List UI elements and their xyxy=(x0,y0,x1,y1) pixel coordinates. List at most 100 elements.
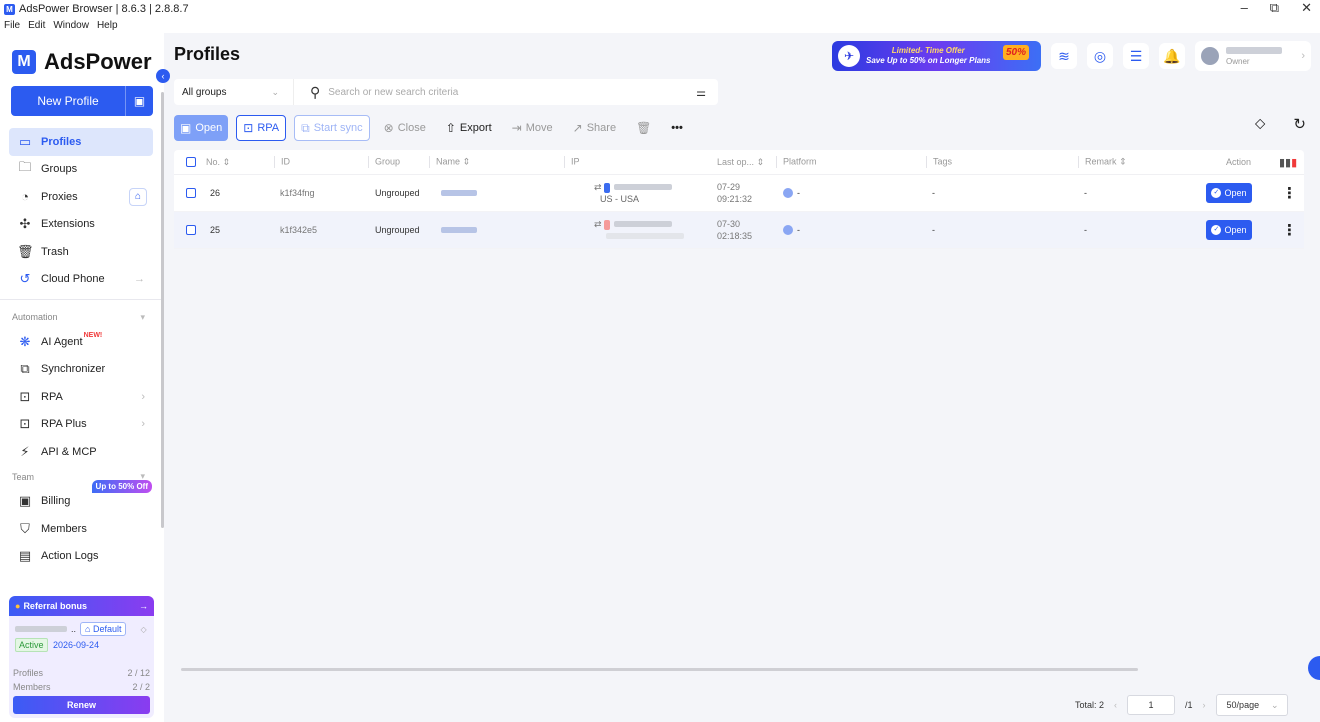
row-checkbox[interactable] xyxy=(186,225,196,235)
sidebar-item-groups[interactable]: 🗀 Groups xyxy=(9,156,153,184)
sidebar-item-billing[interactable]: ▣ Billing Up to 50% Off xyxy=(9,479,153,516)
row-checkbox[interactable] xyxy=(186,188,196,198)
promo-banner[interactable]: ✈ Limited- Time Offer Save Up to 50% on … xyxy=(832,41,1041,71)
sidebar-item-action-logs[interactable]: ▤ Action Logs xyxy=(9,543,153,571)
section-automation[interactable]: Automation ▾ xyxy=(9,306,153,328)
sidebar-item-label: Cloud Phone xyxy=(41,273,105,286)
share-label: Share xyxy=(586,122,617,134)
column-label: Group xyxy=(375,156,401,167)
minimize-icon[interactable]: – xyxy=(1241,0,1248,16)
browser-icon: ✓ xyxy=(1211,225,1222,235)
renew-button[interactable]: Renew xyxy=(13,696,150,714)
select-all-checkbox[interactable] xyxy=(186,157,196,167)
expiry-date: 2026-09-24 xyxy=(53,640,100,650)
group-select[interactable]: All groups ⌄ xyxy=(174,79,294,105)
prev-page-icon[interactable]: ‹ xyxy=(1114,700,1117,710)
menu-edit[interactable]: Edit xyxy=(28,20,45,31)
row-more-icon[interactable]: ⋮ xyxy=(1282,221,1297,239)
export-button[interactable]: ⇧ Export xyxy=(440,115,498,141)
column-header-name[interactable]: Name ⇕ xyxy=(429,156,470,168)
search-input[interactable]: ⚲ Search or new search criteria ⚌ xyxy=(294,84,718,101)
table-horizontal-scrollbar[interactable] xyxy=(181,668,1138,671)
sidebar-item-cloud-phone[interactable]: ↺ Cloud Phone → xyxy=(9,266,153,294)
wifi-icon[interactable]: ≋ xyxy=(1051,43,1077,69)
list-icon[interactable]: ☰ xyxy=(1123,43,1149,69)
referral-bonus-button[interactable]: ● Referral bonus → xyxy=(9,596,154,616)
sidebar-item-label: Proxies xyxy=(41,190,78,203)
coin-icon: ● xyxy=(15,601,21,611)
menu-file[interactable]: File xyxy=(4,20,20,31)
close-icon[interactable]: ✕ xyxy=(1301,0,1312,16)
bell-icon[interactable]: 🔔 xyxy=(1159,43,1185,69)
sidebar-item-ai-agent[interactable]: ❋ AI Agent NEW! xyxy=(9,328,153,356)
collapse-sidebar-icon[interactable]: ‹ xyxy=(156,69,170,83)
new-badge: NEW! xyxy=(83,332,103,340)
column-label: IP xyxy=(571,156,580,167)
help-icon[interactable] xyxy=(1308,656,1320,680)
sidebar-scrollbar[interactable] xyxy=(161,92,164,528)
share-button[interactable]: ↗ Share xyxy=(567,115,622,141)
sidebar-item-members[interactable]: ⛉ Members xyxy=(9,515,153,543)
more-button[interactable]: ••• xyxy=(665,115,689,141)
sidebar-item-synchronizer[interactable]: ⧉ Synchronizer xyxy=(9,356,153,384)
sidebar-item-label: RPA xyxy=(41,390,63,403)
chevron-down-icon: ⌄ xyxy=(271,86,279,97)
sidebar-item-label: Extensions xyxy=(41,218,95,231)
arrow-right-icon: → xyxy=(134,273,145,286)
sidebar-item-rpa-plus[interactable]: ⊡ RPA Plus › xyxy=(9,411,153,439)
location-redacted xyxy=(606,233,684,239)
menu-help[interactable]: Help xyxy=(97,20,118,31)
trash-icon: 🗑 xyxy=(17,243,34,259)
page-title: Profiles xyxy=(174,44,241,64)
ip-location-redacted xyxy=(594,230,684,242)
sidebar-item-proxies[interactable]: ◔ Proxies ⌂ xyxy=(9,183,153,211)
table-row[interactable]: 25 k1f342e5 Ungrouped ⇄ 07-30 02:18:35 -… xyxy=(174,212,1304,249)
filter-settings-icon[interactable]: ⚌ xyxy=(696,86,706,99)
restore-icon[interactable]: ⧉ xyxy=(1270,0,1279,16)
shield-user-icon: ⛉ xyxy=(20,520,30,536)
row-open-button[interactable]: ✓ Open xyxy=(1206,220,1252,240)
column-header-platform: Platform xyxy=(776,156,817,168)
profiles-table: No. ⇕ ID Group Name ⇕ IP Last op... ⇕ Pl… xyxy=(174,150,1304,249)
sidebar-item-profiles[interactable]: ▭ Profiles xyxy=(9,128,153,156)
new-profile-button[interactable]: New Profile ▣ xyxy=(11,86,153,116)
column-header-no[interactable]: No. ⇕ xyxy=(206,157,230,168)
delete-button[interactable]: 🗑 xyxy=(630,115,657,141)
row-more-icon[interactable]: ⋮ xyxy=(1282,184,1297,202)
cell-ip: ⇄ US - USA xyxy=(594,181,673,205)
table-row[interactable]: 26 k1f34fng Ungrouped ⇄ US - USA 07-29 0… xyxy=(174,175,1304,212)
rpa-label: RPA xyxy=(257,122,280,134)
row-open-button[interactable]: ✓ Open xyxy=(1206,183,1252,203)
proxy-shop-icon[interactable]: ⌂ xyxy=(129,187,147,206)
sync-icon[interactable]: ◎ xyxy=(1087,43,1113,69)
account-switcher[interactable]: .. ⌂ Default ◇ xyxy=(15,622,147,636)
brand[interactable]: M AdsPower xyxy=(12,49,152,75)
sidebar-item-extensions[interactable]: ✣ Extensions xyxy=(9,211,153,239)
page-size-select[interactable]: 50/page ⌄ xyxy=(1215,694,1288,716)
refresh-icon[interactable]: ↻ xyxy=(1293,115,1306,133)
rpa-button[interactable]: ⊡ RPA xyxy=(236,115,287,141)
column-header-remark[interactable]: Remark ⇕ xyxy=(1078,156,1127,168)
start-sync-button[interactable]: ⧉ Start sync xyxy=(294,115,370,141)
new-profile-label[interactable]: New Profile xyxy=(11,86,125,116)
page-input[interactable]: 1 xyxy=(1127,695,1176,715)
row-open-label: Open xyxy=(1224,188,1247,198)
new-profile-menu-icon[interactable]: ▣ xyxy=(125,86,153,116)
column-settings-icon[interactable]: ▮▮▮ xyxy=(1279,156,1297,169)
sidebar-item-trash[interactable]: 🗑 Trash xyxy=(9,238,153,266)
sidebar-item-label: AI Agent xyxy=(41,335,83,348)
menu-window[interactable]: Window xyxy=(53,20,89,31)
user-menu[interactable]: Owner › xyxy=(1195,41,1311,71)
tag-icon[interactable]: ⬦ xyxy=(1255,115,1266,133)
move-button[interactable]: ⇥ Move xyxy=(506,115,559,141)
column-separator xyxy=(368,156,369,168)
sidebar-item-rpa[interactable]: ⊡ RPA › xyxy=(9,383,153,411)
cell-group: Ungrouped xyxy=(375,188,420,198)
default-tag-label: Default xyxy=(92,624,122,634)
open-button[interactable]: ▣ Open xyxy=(174,115,229,141)
column-header-last-open[interactable]: Last op... ⇕ xyxy=(717,157,764,168)
next-page-icon[interactable]: › xyxy=(1203,700,1206,710)
cell-last-open: 07-30 02:18:35 xyxy=(717,218,752,242)
sidebar-item-api-mcp[interactable]: ⚡ API & MCP xyxy=(9,438,153,466)
close-button[interactable]: ⊗ Close xyxy=(378,115,432,141)
